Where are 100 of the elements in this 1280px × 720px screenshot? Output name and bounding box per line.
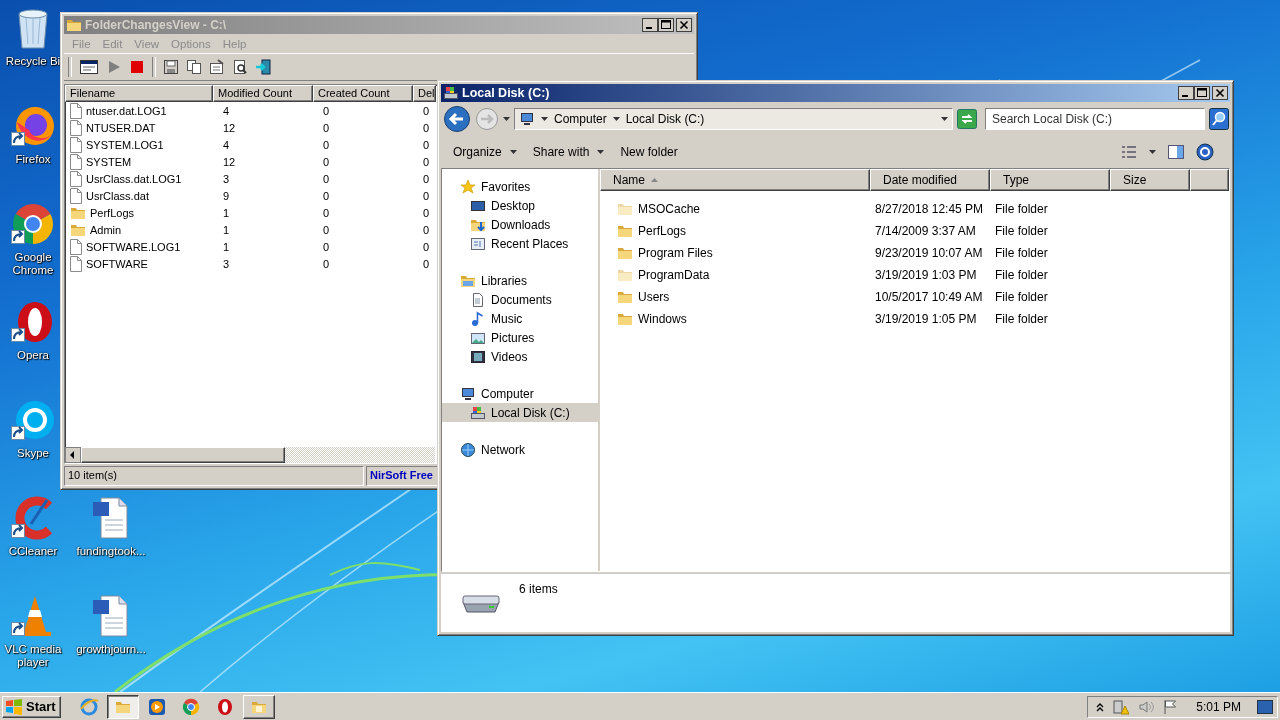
play-icon[interactable] bbox=[106, 59, 122, 75]
nav-item[interactable]: Music bbox=[442, 309, 598, 328]
table-cell-text: 1 bbox=[222, 240, 231, 253]
breadcrumb[interactable]: Computer bbox=[554, 112, 607, 126]
back-icon[interactable] bbox=[443, 105, 471, 133]
table-cell-text: 0 bbox=[322, 121, 331, 134]
table-cell-text: File folder bbox=[994, 224, 1049, 238]
caret-icon bbox=[541, 117, 548, 121]
nav-item[interactable]: Favorites bbox=[442, 177, 598, 196]
column-header[interactable]: Size bbox=[1110, 169, 1190, 191]
column-header[interactable]: Date modified bbox=[870, 169, 990, 191]
caret-icon bbox=[612, 117, 620, 121]
drive-icon bbox=[470, 404, 486, 421]
music-note-icon bbox=[470, 310, 486, 327]
table-cell-text: 10/5/2017 10:49 AM bbox=[874, 290, 984, 304]
close-icon[interactable] bbox=[676, 18, 692, 32]
show-desktop-icon[interactable] bbox=[1257, 699, 1273, 714]
table-cell: NTUSER.DAT bbox=[86, 121, 156, 134]
nav-item[interactable]: Documents bbox=[442, 290, 598, 309]
view-list-icon[interactable] bbox=[1121, 145, 1137, 159]
minimize-icon[interactable] bbox=[1178, 86, 1194, 100]
table-cell-text: 12 bbox=[222, 121, 237, 134]
desktop-icon-label[interactable]: Google Chrome bbox=[3, 251, 63, 277]
stop-icon[interactable] bbox=[129, 59, 145, 75]
toolbar-button[interactable]: Share with bbox=[524, 141, 613, 163]
window-icon[interactable] bbox=[79, 59, 99, 75]
file-icon bbox=[70, 187, 82, 204]
table-cell: SYSTEM.LOG1 bbox=[86, 138, 164, 151]
column-header[interactable]: Created Count bbox=[313, 85, 413, 102]
windows-logo-icon bbox=[5, 698, 23, 715]
nav-item[interactable]: Recent Places bbox=[442, 234, 598, 253]
maximize-icon[interactable] bbox=[658, 18, 674, 32]
chevron-up-icon[interactable] bbox=[1096, 701, 1105, 712]
table-cell: ntuser.dat.LOG1 bbox=[86, 104, 167, 117]
search-page-icon[interactable] bbox=[232, 59, 248, 75]
exit-icon[interactable] bbox=[255, 58, 273, 76]
save-icon[interactable] bbox=[163, 59, 179, 75]
table-cell-text: File folder bbox=[994, 290, 1049, 304]
column-header[interactable]: Filename bbox=[65, 85, 213, 102]
breadcrumb[interactable]: Local Disk (C:) bbox=[625, 112, 705, 126]
table-cell: PerfLogs bbox=[638, 224, 687, 238]
column-header[interactable] bbox=[1190, 169, 1229, 191]
window-title: FolderChangesView - C:\ bbox=[85, 18, 228, 32]
browser-icon bbox=[78, 696, 99, 717]
minimize-icon[interactable] bbox=[642, 18, 658, 32]
file-icon bbox=[70, 102, 82, 119]
nav-item[interactable]: Network bbox=[442, 440, 598, 459]
table-cell-text: 7/14/2009 3:37 AM bbox=[874, 224, 977, 238]
table-cell-text: 0 bbox=[422, 240, 431, 253]
sort-arrow-icon bbox=[651, 178, 658, 182]
nav-item[interactable]: Desktop bbox=[442, 196, 598, 215]
table-cell-text: 4 bbox=[222, 138, 231, 151]
scroll-left-icon[interactable] bbox=[65, 447, 81, 463]
table-cell-text: 9 bbox=[222, 189, 231, 202]
refresh-icon[interactable] bbox=[957, 109, 977, 129]
address-bar[interactable]: Computer Local Disk (C:) bbox=[514, 108, 953, 130]
nav-item[interactable]: Pictures bbox=[442, 328, 598, 347]
column-header[interactable]: Type bbox=[990, 169, 1110, 191]
taskbar-button[interactable] bbox=[106, 694, 139, 719]
nav-item[interactable]: Downloads bbox=[442, 215, 598, 234]
status-text: 10 item(s) bbox=[64, 466, 364, 486]
table-cell-text: File folder bbox=[994, 312, 1049, 326]
desktop-icon-label[interactable]: Skype bbox=[17, 447, 49, 460]
search-icon[interactable] bbox=[1209, 108, 1229, 130]
nav-item[interactable]: Libraries bbox=[442, 271, 598, 290]
table-cell-text: 3/19/2019 1:05 PM bbox=[874, 312, 978, 326]
toolbar-button[interactable]: Organize bbox=[445, 141, 525, 163]
table-cell-text: 1 bbox=[222, 206, 231, 219]
column-header[interactable]: Modified Count bbox=[213, 85, 313, 102]
window-title: Local Disk (C:) bbox=[462, 86, 551, 100]
desktop-icon-label[interactable]: Recycle Bi bbox=[5, 55, 61, 68]
search-field[interactable]: Search Local Disk (C:) bbox=[985, 108, 1205, 130]
nav-item[interactable]: Local Disk (C:) bbox=[442, 403, 598, 422]
caret-icon bbox=[503, 117, 510, 121]
toolbar-button[interactable]: New folder bbox=[612, 141, 686, 163]
column-header[interactable]: Del bbox=[413, 85, 436, 102]
preview-pane-icon[interactable] bbox=[1168, 144, 1184, 160]
item-count: 6 items bbox=[519, 582, 558, 596]
file-icon bbox=[70, 170, 82, 187]
start-button[interactable]: Start bbox=[2, 695, 61, 718]
column-header[interactable]: Name bbox=[600, 169, 870, 191]
scroll-thumb[interactable] bbox=[81, 447, 285, 463]
caret-icon bbox=[509, 150, 517, 154]
close-icon[interactable] bbox=[1212, 86, 1228, 100]
table-cell-text: 0 bbox=[422, 172, 431, 185]
computer-icon bbox=[460, 385, 476, 402]
maximize-icon[interactable] bbox=[1194, 86, 1210, 100]
table-cell-text: 0 bbox=[322, 155, 331, 168]
properties-icon[interactable] bbox=[209, 59, 225, 75]
table-cell: MSOCache bbox=[638, 202, 701, 216]
desktop-icon-label[interactable]: Opera bbox=[17, 349, 49, 362]
copy-icon[interactable] bbox=[186, 59, 202, 75]
desktop-icon-label[interactable]: Firefox bbox=[15, 153, 51, 166]
file-icon bbox=[70, 255, 82, 272]
nav-item[interactable]: Computer bbox=[442, 384, 598, 403]
nav-item[interactable]: Videos bbox=[442, 347, 598, 366]
file-icon bbox=[70, 119, 82, 136]
table-cell-text: 0 bbox=[322, 257, 331, 270]
flag-icon[interactable] bbox=[1162, 698, 1179, 715]
help-icon[interactable] bbox=[1196, 143, 1214, 161]
